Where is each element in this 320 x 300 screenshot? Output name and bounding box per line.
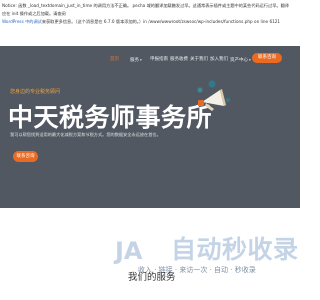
watermark-text: 自动秒收录	[171, 235, 299, 264]
services-heading: 我们的服务	[128, 272, 176, 283]
watermark-logo-icon: JA	[113, 237, 143, 264]
svg-text:JA: JA	[113, 237, 143, 264]
hero-description: 我可以帮您找到适用的最大化减税方案和节税方式。您的数据安全永远放在首位。	[10, 132, 161, 137]
nav-item-services[interactable]: 服务▾	[130, 56, 150, 64]
main-nav: 首页 服务▾ 申报指南 服务收费 关于我们 加入我们 资产中心▾	[110, 56, 251, 64]
nav-item-pricing[interactable]: 服务收费	[170, 56, 190, 64]
notice-label: Notice	[2, 3, 16, 8]
notice-text-2: 来获取更多信息。（这个消息是在 6.7.0 版本添加的。）in	[41, 19, 149, 24]
megaphone-illustration	[197, 80, 230, 111]
contact-button-nav[interactable]: 联系咨询	[252, 53, 282, 63]
nav-item-home[interactable]: 首页	[110, 56, 130, 64]
hero-tagline: 您身边的专业税务顾问	[10, 89, 61, 95]
notice-file-path: /www/wwwroot/zswsoc/wp-includes/function…	[148, 19, 253, 24]
nav-item-join[interactable]: 加入我们	[210, 56, 230, 64]
wordpress-debug-link[interactable]: WordPress 中的调试	[2, 19, 42, 24]
notice-text: : 函数 _load_textdomain_just_in_time 的调用方法…	[15, 3, 133, 8]
hero-section: 首页 服务▾ 申报指南 服务收费 关于我们 加入我们 资产中心▾ 联系咨询 您身…	[0, 46, 300, 208]
php-notice: Notice: 函数 _load_textdomain_just_in_time…	[2, 2, 292, 26]
nav-item-about[interactable]: 关于我们	[190, 56, 210, 64]
contact-button-hero[interactable]: 联系咨询	[13, 151, 38, 162]
chevron-down-icon: ▾	[249, 58, 251, 62]
notice-line-number: on line 6121	[252, 19, 281, 24]
nav-item-assets[interactable]: 资产中心▾	[230, 56, 251, 64]
nav-item-filing-guide[interactable]: 申报指南	[150, 56, 170, 64]
chevron-down-icon: ▾	[140, 58, 142, 62]
